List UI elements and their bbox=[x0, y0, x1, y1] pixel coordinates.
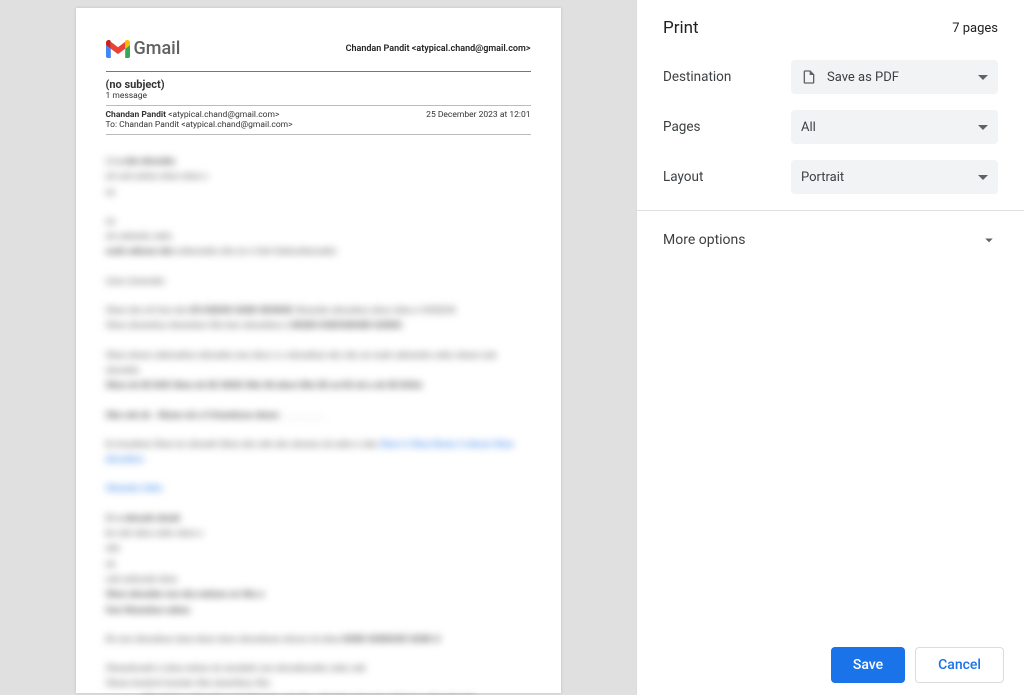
email-subject: (no subject) bbox=[106, 78, 531, 91]
print-settings-panel: Print 7 pages Destination Save as PDF Pa… bbox=[636, 0, 1024, 695]
pages-dropdown[interactable]: All bbox=[791, 110, 998, 144]
panel-title: Print bbox=[663, 18, 699, 38]
email-date: 25 December 2023 at 12:01 bbox=[426, 110, 530, 120]
more-options-label: More options bbox=[663, 232, 746, 248]
destination-value: Save as PDF bbox=[827, 70, 899, 85]
pdf-icon bbox=[801, 68, 817, 86]
gmail-logo: Gmail bbox=[106, 38, 181, 59]
gmail-text: Gmail bbox=[134, 38, 181, 59]
print-preview-area: Gmail Chandan Pandit <atypical.chand@gma… bbox=[0, 0, 636, 695]
dropdown-caret-icon bbox=[978, 75, 988, 80]
preview-page: Gmail Chandan Pandit <atypical.chand@gma… bbox=[76, 8, 561, 693]
page-count: 7 pages bbox=[952, 21, 998, 36]
email-body-redacted: Lk a oke eksoekaok sok eokse okse okse o… bbox=[106, 155, 531, 695]
chevron-down-icon bbox=[980, 231, 998, 249]
layout-value: Portrait bbox=[801, 170, 844, 185]
destination-label: Destination bbox=[663, 69, 791, 85]
save-button[interactable]: Save bbox=[831, 647, 905, 683]
cancel-button[interactable]: Cancel bbox=[915, 647, 1004, 683]
to-line: To: Chandan Pandit <atypical.chand@gmail… bbox=[106, 120, 531, 130]
layout-label: Layout bbox=[663, 169, 791, 185]
layout-dropdown[interactable]: Portrait bbox=[791, 160, 998, 194]
destination-dropdown[interactable]: Save as PDF bbox=[791, 60, 998, 94]
panel-footer: Save Cancel bbox=[637, 634, 1024, 695]
dropdown-caret-icon bbox=[978, 175, 988, 180]
dropdown-caret-icon bbox=[978, 125, 988, 130]
from-line: Chandan Pandit <atypical.chand@gmail.com… bbox=[106, 110, 280, 120]
more-options-toggle[interactable]: More options bbox=[663, 231, 998, 267]
pages-label: Pages bbox=[663, 119, 791, 135]
gmail-m-icon bbox=[106, 40, 130, 58]
pages-value: All bbox=[801, 120, 816, 135]
account-id: Chandan Pandit <atypical.chand@gmail.com… bbox=[346, 44, 531, 54]
message-count: 1 message bbox=[106, 91, 531, 101]
